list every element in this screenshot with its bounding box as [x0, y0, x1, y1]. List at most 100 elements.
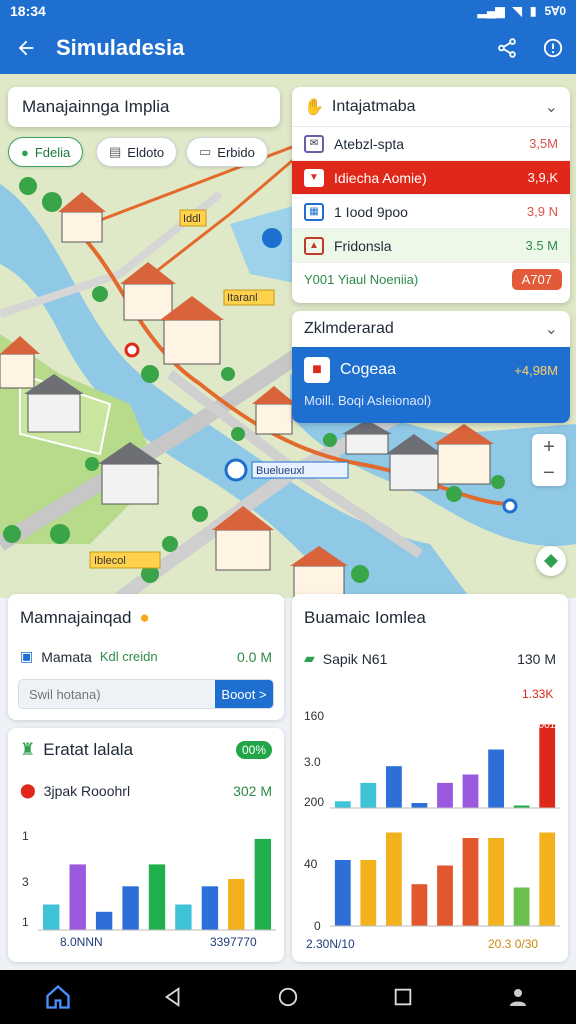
summary-bar-lower: [488, 838, 504, 926]
panel2-item-label: Cogeaa: [340, 361, 397, 378]
status-right-text: 5Ɐ0: [544, 4, 566, 18]
stats-bar: [148, 864, 166, 930]
panel-row[interactable]: ✉ Atebzl-spta 3,5M: [292, 127, 570, 161]
locate-button[interactable]: [536, 546, 566, 576]
panel-row[interactable]: ▲ Fridonsla 3.5 M: [292, 229, 570, 263]
summary-bar-chart: 1.33K 160 3.0 200 40 0 2.30N/10 20.3 0/3…: [304, 687, 560, 951]
summary-bar-upper: [334, 801, 351, 808]
card3-row-value: 130 M: [517, 650, 556, 667]
chip-eldoto[interactable]: ▤ Eldoto: [96, 137, 178, 167]
bell-icon: ♜: [20, 740, 36, 759]
summary-bar-upper: [437, 782, 453, 808]
id-card-icon: ▣: [20, 648, 34, 664]
summary-bar-upper: [462, 774, 479, 808]
triangle-back-icon: [164, 987, 180, 1007]
map-pin-end: [502, 498, 518, 514]
summary-bar-upper: [411, 803, 428, 808]
y-tick: 40: [304, 857, 318, 871]
zoom-control: + −: [532, 434, 566, 486]
chip-label: Erbido: [217, 144, 255, 160]
map-label-2: Itaranl: [227, 292, 258, 304]
info-button[interactable]: [530, 22, 576, 74]
card1-input-row: Booot >: [18, 679, 274, 709]
map-pin-blue: [224, 458, 248, 482]
zoom-out-button[interactable]: −: [543, 462, 555, 485]
arrow-left-icon: [18, 40, 34, 56]
stats-bar: [69, 864, 86, 930]
panel-badge[interactable]: A707: [511, 268, 562, 290]
card2-title: Eratat lalala: [43, 740, 134, 759]
top-value: 1.33K: [522, 687, 553, 701]
signal-icon: ▂▄▆: [477, 4, 505, 18]
nav-profile-button[interactable]: [493, 975, 543, 1019]
info-panel: ✋ Intajatmaba ⌄ ✉ Atebzl-spta 3,5M ▼ Idi…: [292, 87, 570, 303]
stats-bar: [254, 838, 271, 930]
summary-bar-upper: [386, 766, 402, 808]
app-bar: Simuladesia: [0, 22, 576, 74]
card1-row-value: 0.0 M: [236, 648, 272, 665]
summary-bar-lower: [513, 887, 530, 926]
back-button[interactable]: [0, 22, 52, 74]
share-button[interactable]: [484, 22, 530, 74]
card3-title: Buamaic Iomlea: [304, 608, 426, 627]
summary-card: Buamaic Iomlea ▰ Sapik N61 130 M 1.33K 1…: [292, 594, 568, 962]
nav-recents-button[interactable]: [378, 975, 428, 1019]
card1-title: Mamnajainqad: [20, 608, 132, 627]
home-app-button[interactable]: [33, 975, 83, 1019]
chip-fdelia[interactable]: ● Fdelia: [8, 137, 84, 167]
summary-bar-lower: [539, 832, 556, 926]
info-icon: [543, 38, 563, 58]
stats-bar: [95, 911, 113, 930]
panel-row-label: Idiecha Aomie): [334, 169, 427, 186]
y-tick: 3: [22, 875, 29, 889]
zoom-in-button[interactable]: +: [543, 436, 555, 459]
x-label-right: 3397770: [210, 935, 257, 949]
search-card[interactable]: Manajainnga Implia: [8, 87, 280, 127]
panel-footer-text: Y001 Yiaul Noeniia): [304, 271, 419, 287]
battery-icon: ▮: [529, 4, 537, 18]
card1-row-label: Mamata: [41, 648, 92, 665]
panel-row-value: 3,9 N: [526, 204, 558, 219]
y-tick: 1: [22, 829, 29, 843]
y-tick: 0: [314, 919, 321, 933]
stats-bar: [228, 879, 245, 930]
selection-panel: Zklmderarad ⌄ ■ Cogeaa +4,98M Moill. Boq…: [292, 311, 570, 423]
panel-row[interactable]: ▦ 1 Iood 9poo 3,9 N: [292, 195, 570, 229]
x-label-left: 2.30N/10: [306, 937, 355, 951]
panel2-item-amount: +4,98M: [514, 362, 558, 378]
search-text: Manajainnga Implia: [22, 97, 170, 116]
panel-row-value: 3.5 M: [525, 238, 558, 253]
panel-row-selected[interactable]: ▼ Idiecha Aomie) 3,9,K: [292, 161, 570, 195]
stats-bar: [175, 904, 192, 930]
panel2-item-sub: Moill. Boqi Asleionaol): [304, 393, 432, 408]
chip-erbido[interactable]: ▭ Erbido: [186, 137, 268, 167]
gift-icon: ■: [304, 357, 330, 383]
card1-input[interactable]: [19, 680, 215, 708]
card1-submit-button[interactable]: Booot >: [215, 680, 273, 708]
card1-row-sub: Kdl creidn: [99, 649, 158, 664]
diamond-icon: [544, 554, 558, 568]
summary-bar-lower: [386, 832, 402, 926]
location-pin-icon: ⬤: [20, 782, 36, 798]
panel-header[interactable]: ✋ Intajatmaba ⌄: [292, 87, 570, 127]
system-nav-bar: [0, 970, 576, 1024]
panel2-header[interactable]: Zklmderarad ⌄: [292, 311, 570, 347]
card2-row-label: 3jpak Rooohrl: [43, 782, 131, 799]
nav-home-button[interactable]: [263, 975, 313, 1019]
map-label-4: Buelueuxl: [256, 465, 304, 477]
doc-icon: ▤: [109, 144, 122, 159]
map-pin-red: [124, 342, 140, 358]
top-bar-label: 1001: [533, 720, 556, 731]
square-recents-icon: [394, 988, 412, 1006]
nav-back-button[interactable]: [148, 975, 198, 1019]
chevron-down-icon: ⌄: [544, 321, 558, 338]
card-icon: ▭: [199, 144, 212, 159]
shield-icon: ▼: [304, 168, 324, 187]
building-icon: ▦: [304, 202, 324, 221]
manage-card: Mamnajainqad ● ▣ Mamata Kdl creidn 0.0 M…: [8, 594, 284, 720]
stats-bar-chart: 1 3 1 8.0NNN 3397770: [22, 829, 276, 949]
panel-footer: Y001 Yiaul Noeniia) A707: [292, 263, 570, 295]
flag-icon: ▰: [304, 650, 315, 666]
panel2-selected-item[interactable]: ■ Cogeaa +4,98M Moill. Boqi Asleionaol): [292, 347, 570, 423]
wifi-icon: ◥: [512, 4, 522, 18]
